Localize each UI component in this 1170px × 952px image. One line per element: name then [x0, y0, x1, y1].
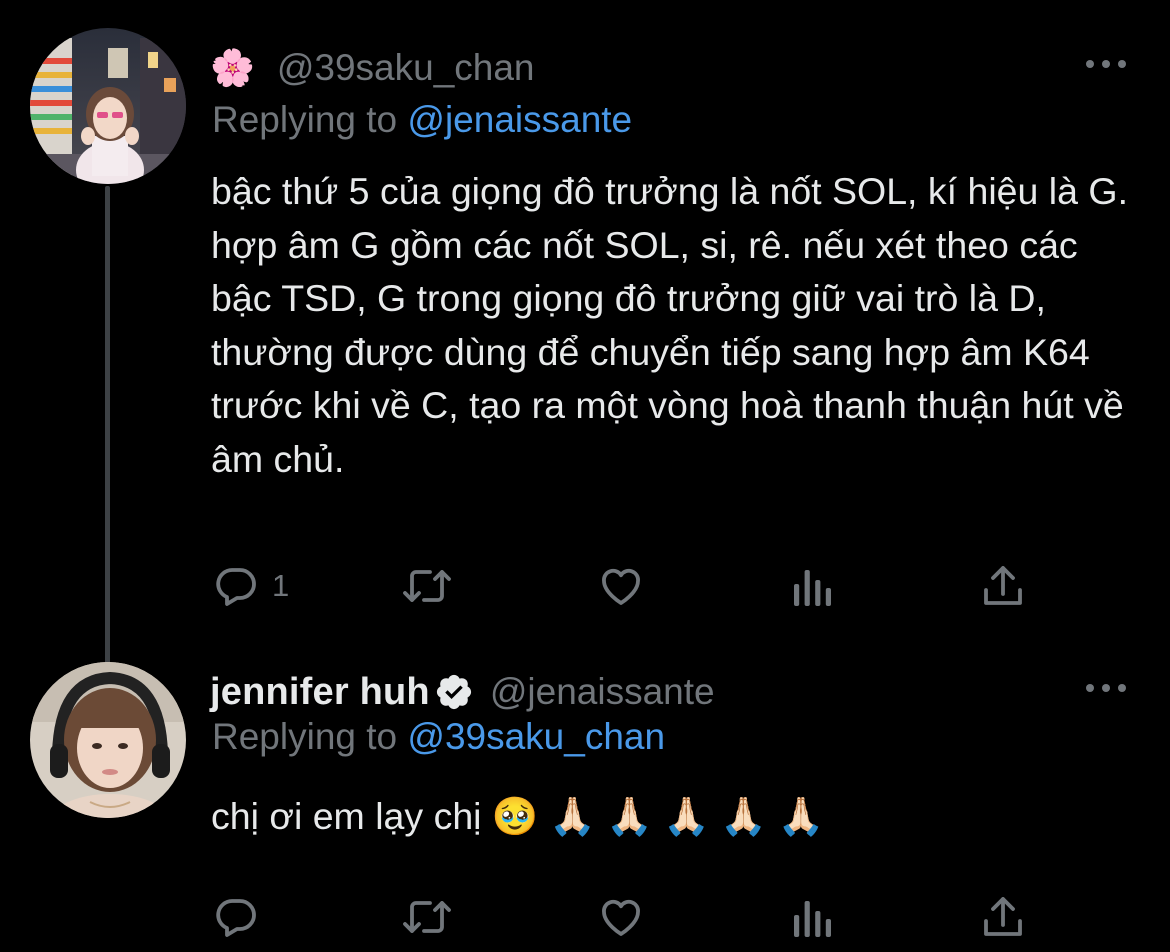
- like-icon: [602, 899, 640, 936]
- retweet-button[interactable]: [400, 561, 454, 611]
- tweet-header: 🌸 @39saku_chan: [210, 44, 535, 92]
- tweet[interactable]: jennifer huh @jenaissante Replying to @3…: [0, 660, 1170, 952]
- share-button[interactable]: [980, 561, 1026, 611]
- reply-to-mention[interactable]: @jenaissante: [407, 99, 632, 140]
- share-icon: [984, 566, 1022, 605]
- views-icon: [794, 570, 831, 606]
- replying-to-label: Replying to: [212, 99, 398, 140]
- tweet-header: jennifer huh @jenaissante: [210, 668, 715, 716]
- reply-count: 1: [272, 568, 290, 603]
- like-button[interactable]: [596, 892, 646, 942]
- like-icon: [602, 568, 640, 605]
- retweet-button[interactable]: [400, 892, 454, 942]
- reply-icon: [216, 568, 256, 606]
- more-icon[interactable]: [1086, 54, 1126, 74]
- action-bar: 1: [212, 561, 1032, 611]
- verified-badge-icon: [436, 674, 471, 710]
- replying-to: Replying to @jenaissante: [212, 99, 632, 141]
- tweet-text: bậc thứ 5 của giọng đô trưởng là nốt SOL…: [211, 170, 1139, 480]
- views-button[interactable]: [790, 561, 834, 611]
- tweet[interactable]: 🌸 @39saku_chan Replying to @jenaissante …: [0, 0, 1170, 664]
- action-bar: [212, 892, 1032, 942]
- share-button[interactable]: [980, 892, 1026, 942]
- user-handle[interactable]: @jenaissante: [490, 671, 715, 713]
- like-button[interactable]: [596, 561, 646, 611]
- thread-connector-line: [105, 186, 110, 664]
- avatar[interactable]: [30, 28, 186, 184]
- reply-button[interactable]: 1: [212, 561, 289, 611]
- reply-button[interactable]: [212, 892, 260, 942]
- views-button[interactable]: [790, 892, 834, 942]
- replying-to: Replying to @39saku_chan: [212, 716, 665, 758]
- views-icon: [794, 901, 831, 937]
- retweet-icon: [403, 570, 451, 602]
- reply-icon: [216, 899, 256, 937]
- display-name[interactable]: jennifer huh: [210, 671, 430, 714]
- user-handle[interactable]: @39saku_chan: [277, 47, 535, 89]
- avatar[interactable]: [30, 662, 186, 818]
- retweet-icon: [403, 901, 451, 933]
- tweet-text: chị ơi em lạy chị 🥹 🙏🏻 🙏🏻 🙏🏻 🙏🏻 🙏🏻: [211, 795, 825, 837]
- reply-to-mention[interactable]: @39saku_chan: [407, 716, 665, 757]
- more-icon[interactable]: [1086, 678, 1126, 698]
- share-icon: [984, 897, 1022, 936]
- replying-to-label: Replying to: [212, 716, 398, 757]
- cherry-blossom-emoji: 🌸: [210, 47, 255, 88]
